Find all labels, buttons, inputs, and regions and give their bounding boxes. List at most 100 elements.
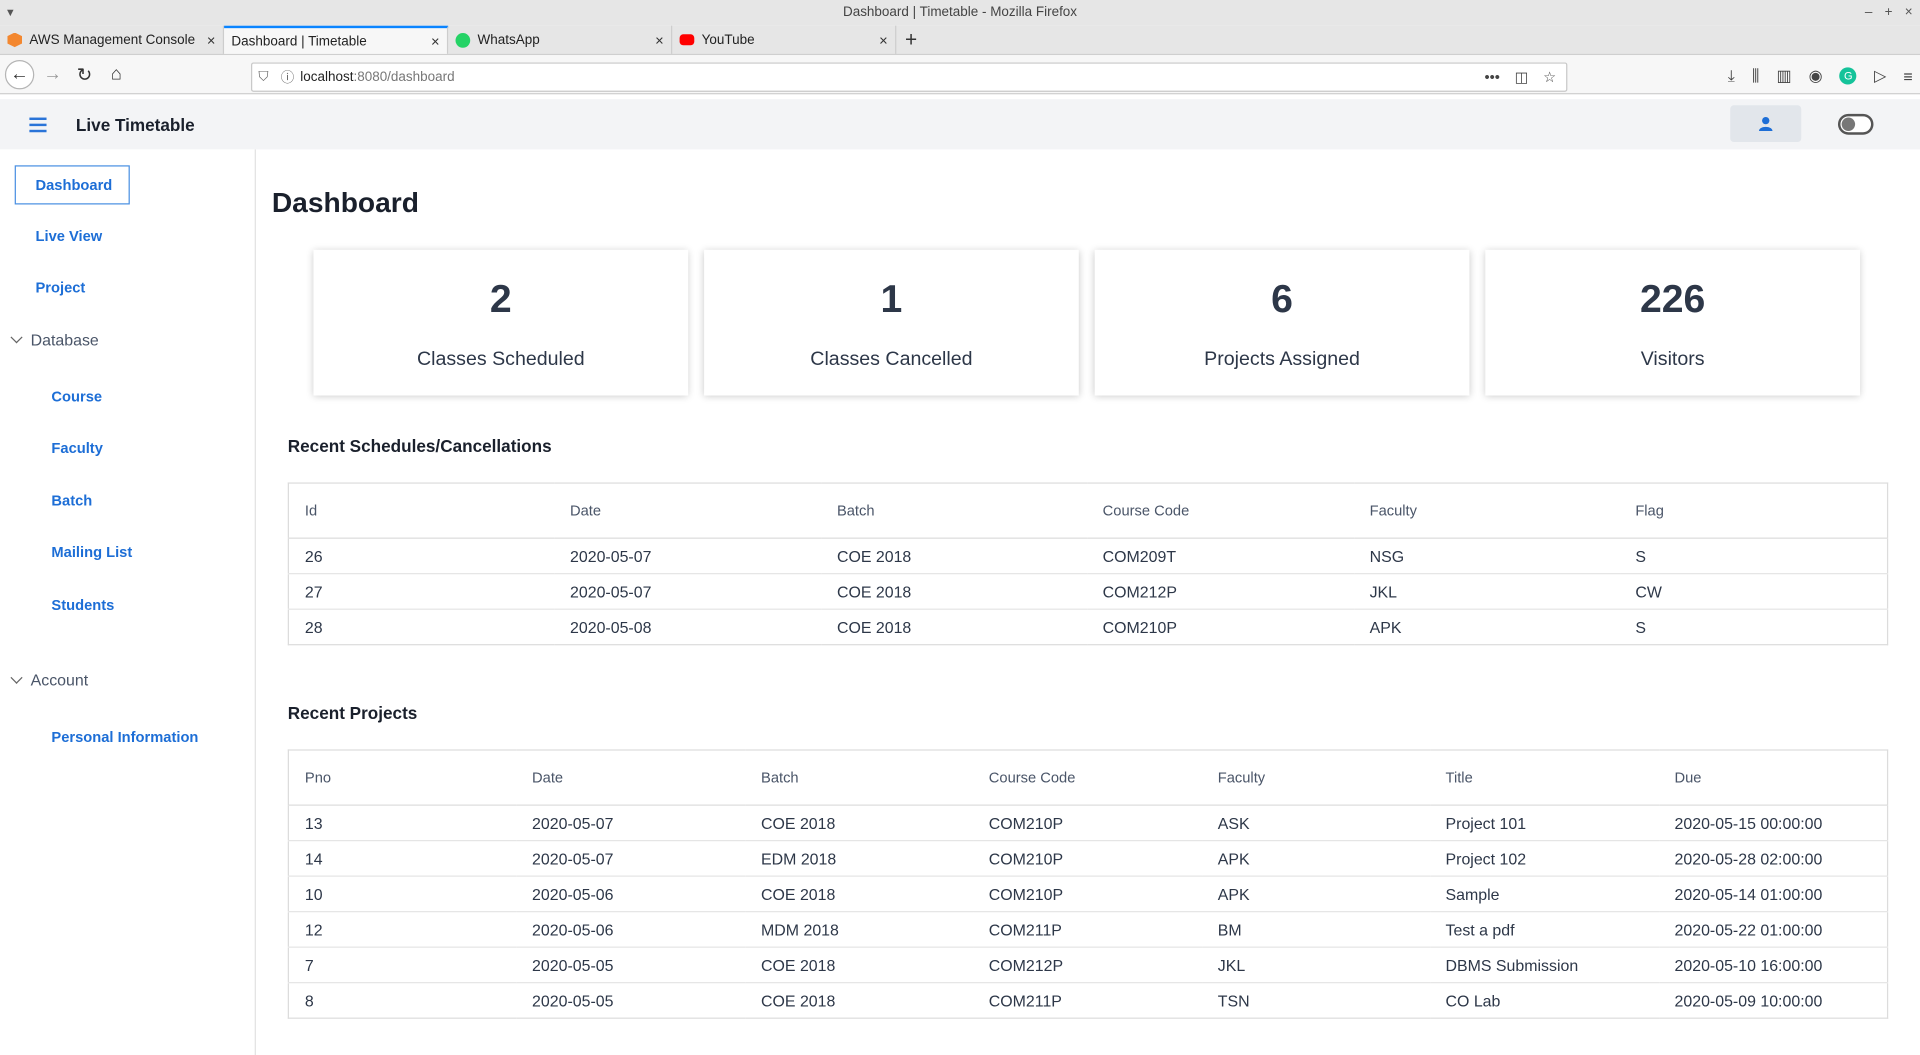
- cell-due: 2020-05-09 10:00:00: [1658, 982, 1888, 1019]
- shield-icon[interactable]: ⛉: [258, 69, 268, 85]
- home-icon[interactable]: ⌂: [100, 58, 132, 90]
- forward-arrow-icon[interactable]: →: [37, 58, 69, 90]
- column-header: Batch: [745, 750, 973, 806]
- tab-title: AWS Management Console: [29, 32, 196, 48]
- table-row: 10 2020-05-06 COE 2018 COM210P APK Sampl…: [288, 875, 1888, 912]
- column-header: Course Code: [972, 750, 1202, 806]
- user-button[interactable]: [1730, 105, 1802, 143]
- close-window-icon[interactable]: ×: [1905, 0, 1913, 26]
- sidebar-item-batch[interactable]: Batch: [51, 492, 92, 509]
- sidebar-item-dashboard[interactable]: Dashboard: [14, 165, 130, 205]
- sidebar-group-database[interactable]: Database: [10, 331, 99, 349]
- hamburger-menu-icon[interactable]: [29, 116, 47, 132]
- cell-flag: S: [1635, 546, 1646, 566]
- cell-date: 2020-05-07: [516, 840, 746, 877]
- cell-faculty: TSN: [1201, 982, 1430, 1019]
- column-header: Due: [1658, 750, 1888, 806]
- close-tab-icon[interactable]: ×: [207, 31, 216, 48]
- sidebar-item-students[interactable]: Students: [51, 596, 114, 613]
- table-row: 12 2020-05-06 MDM 2018 COM211P BM Test a…: [288, 911, 1888, 948]
- menu-icon[interactable]: ≡: [1903, 67, 1912, 85]
- stat-label: Visitors: [1640, 348, 1705, 370]
- stat-card-visitors: 226 Visitors: [1485, 249, 1861, 396]
- column-header: Flag: [1619, 483, 1888, 539]
- browser-tab-youtube[interactable]: YouTube ×: [672, 25, 897, 54]
- window-menu-icon[interactable]: ▼: [5, 0, 16, 26]
- url-bar[interactable]: ⛉ ⓘ localhost :8080/dashboard ••• ◫ ☆: [251, 62, 1568, 92]
- sidebar-item-course[interactable]: Course: [51, 388, 102, 405]
- grammarly-icon[interactable]: G: [1839, 67, 1857, 85]
- stat-card-classes-scheduled: 2 Classes Scheduled: [313, 249, 689, 396]
- cell-id: 26: [304, 546, 323, 566]
- tab-title: Dashboard | Timetable: [231, 33, 367, 49]
- cell-date: 2020-05-05: [516, 946, 746, 983]
- cell-course-code: COM210P: [972, 840, 1202, 877]
- close-tab-icon[interactable]: ×: [879, 31, 888, 48]
- cell-batch: COE 2018: [745, 946, 973, 983]
- sidebar-item-personal-information[interactable]: Personal Information: [51, 729, 198, 746]
- pocket-icon[interactable]: ◫: [1515, 69, 1529, 86]
- cell-batch: COE 2018: [821, 573, 1087, 610]
- projects-section-title: Recent Projects: [287, 702, 418, 723]
- account-icon[interactable]: ◉: [1809, 66, 1823, 86]
- stat-label: Classes Cancelled: [810, 348, 973, 370]
- cell-course-code: COM212P: [972, 946, 1202, 983]
- sidebar-item-faculty[interactable]: Faculty: [51, 440, 102, 457]
- table-header-row: Pno Date Batch Course Code Faculty Title…: [288, 750, 1888, 806]
- cell-course-code: COM210P: [988, 813, 1064, 833]
- cell-faculty: BM: [1201, 911, 1430, 948]
- cell-id: 27: [288, 573, 555, 610]
- column-header: Date: [516, 750, 746, 806]
- minimize-icon[interactable]: –: [1865, 0, 1873, 26]
- sidebar-item-project[interactable]: Project: [36, 279, 86, 296]
- browser-tab-aws[interactable]: AWS Management Console ×: [0, 25, 225, 54]
- cell-faculty: APK: [1201, 875, 1430, 912]
- maximize-icon[interactable]: +: [1885, 0, 1893, 26]
- reload-icon[interactable]: ↻: [69, 58, 101, 90]
- page-actions-icon[interactable]: •••: [1484, 69, 1499, 86]
- cell-faculty: JKL: [1353, 573, 1620, 610]
- table-header-row: Id Date Batch Course Code Faculty Flag: [288, 483, 1888, 539]
- app-header: Live Timetable: [0, 99, 1920, 150]
- cell-pno: 8: [288, 982, 517, 1019]
- theme-toggle[interactable]: [1837, 113, 1874, 135]
- cell-date: 2020-05-05: [516, 982, 746, 1019]
- cell-title: Test a pdf: [1429, 911, 1659, 948]
- cell-batch: COE 2018: [821, 608, 1087, 645]
- bookmark-star-icon[interactable]: ☆: [1543, 69, 1556, 86]
- cell-date: 2020-05-06: [516, 911, 746, 948]
- extension-icon[interactable]: ▷: [1874, 66, 1886, 86]
- download-icon[interactable]: ⤓: [1728, 66, 1735, 86]
- back-arrow-icon[interactable]: ←: [4, 59, 35, 89]
- sidebar-item-live-view[interactable]: Live View: [36, 228, 103, 245]
- window-title: Dashboard | Timetable - Mozilla Firefox: [842, 4, 1078, 20]
- cell-course-code: COM210P: [972, 875, 1202, 912]
- new-tab-button[interactable]: +: [896, 26, 925, 54]
- app-brand[interactable]: Live Timetable: [76, 114, 195, 134]
- cell-due: 2020-05-15 00:00:00: [1674, 813, 1823, 833]
- url-path: :8080/dashboard: [353, 69, 455, 85]
- close-tab-icon[interactable]: ×: [655, 31, 664, 48]
- cell-pno: 7: [288, 946, 517, 983]
- cell-title: DBMS Submission: [1429, 946, 1659, 983]
- cell-faculty: APK: [1353, 608, 1620, 645]
- cell-title: Project 101: [1445, 813, 1527, 833]
- table-row: 14 2020-05-07 EDM 2018 COM210P APK Proje…: [288, 840, 1888, 877]
- cell-course-code: COM209T: [1102, 546, 1177, 566]
- user-icon: [1758, 116, 1773, 132]
- stats-row: 2 Classes Scheduled 1 Classes Cancelled …: [313, 249, 1861, 396]
- column-header: Course Code: [1086, 483, 1354, 539]
- browser-tab-whatsapp[interactable]: WhatsApp ×: [448, 25, 673, 54]
- sidebar-item-mailing-list[interactable]: Mailing List: [51, 544, 132, 561]
- browser-tab-dashboard[interactable]: Dashboard | Timetable ×: [224, 25, 449, 54]
- info-icon[interactable]: ⓘ: [281, 67, 294, 87]
- sidebar-group-label: Account: [30, 671, 89, 690]
- library-icon[interactable]: ⫼: [1752, 66, 1759, 86]
- stat-value: 1: [880, 276, 903, 321]
- table-row: 13 2020-05-07 COE 2018 COM210P ASK Proje…: [288, 805, 1887, 841]
- chevron-down-icon: [10, 331, 23, 344]
- stat-value: 6: [1271, 276, 1293, 321]
- sidebar-group-account[interactable]: Account: [10, 671, 89, 690]
- close-tab-icon[interactable]: ×: [431, 32, 440, 49]
- sidebar-toggle-icon[interactable]: ▥: [1776, 66, 1791, 86]
